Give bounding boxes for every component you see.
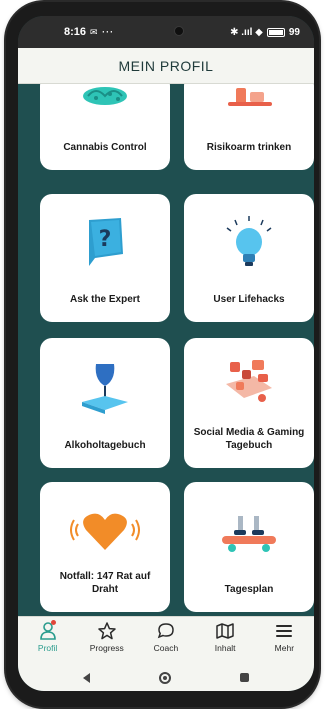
tile-risikoarm-trinken[interactable]: Risikoarm trinken: [184, 84, 314, 170]
home-icon[interactable]: [158, 671, 171, 684]
nav-label: Mehr: [274, 643, 295, 653]
nav-label: Profil: [37, 643, 58, 653]
bottom-navigation: Profil Progress Coach Inhalt Mehr: [18, 616, 314, 664]
nav-coach[interactable]: Coach: [138, 621, 194, 653]
status-time: 8:16: [64, 26, 87, 38]
page-title: MEIN PROFIL: [118, 57, 214, 74]
tile-label: Alkoholtagebuch: [64, 439, 146, 451]
notification-dot: [50, 620, 56, 625]
tile-label: Tagesplan: [224, 583, 274, 595]
tile-label: Notfall: 147 Rat auf Draht: [59, 571, 151, 595]
status-bar: 8:16 ✉ ··· ✱ .ııl ◆ 99: [18, 16, 314, 48]
svg-text:?: ?: [99, 227, 112, 252]
nav-profil[interactable]: Profil: [20, 620, 76, 653]
front-camera: [174, 26, 184, 36]
map-icon: [216, 623, 234, 639]
nav-mehr[interactable]: Mehr: [256, 621, 312, 653]
tile-ask-the-expert[interactable]: ? Ask the Expert: [40, 194, 170, 322]
chat-bubble-icon: [157, 623, 174, 639]
nav-label: Progress: [89, 643, 124, 653]
question-card-icon: ?: [40, 212, 170, 272]
tile-label: User Lifehacks: [213, 293, 285, 305]
nav-inhalt[interactable]: Inhalt: [197, 621, 253, 653]
tile-tagesplan[interactable]: Tagesplan: [184, 482, 314, 612]
tile-label: Risikoarm trinken: [206, 141, 292, 153]
battery-icon: [266, 27, 285, 37]
status-right: ✱ .ııl ◆ 99: [230, 27, 300, 38]
wine-glass-book-icon: [40, 358, 170, 418]
tile-notfall[interactable]: Notfall: 147 Rat auf Draht: [40, 482, 170, 612]
tile-label: Social Media & Gaming Tagebuch: [193, 427, 305, 451]
notification-icons: ✉ ···: [90, 26, 115, 37]
app-header: MEIN PROFIL: [18, 48, 314, 84]
cannabis-leaf-icon: [40, 84, 170, 114]
drinks-icon: [184, 84, 314, 114]
skateboard-icon: [184, 508, 314, 558]
heart-icon: [40, 506, 170, 556]
star-icon: [98, 622, 116, 640]
tile-label: Ask the Expert: [69, 293, 141, 305]
nav-progress[interactable]: Progress: [79, 621, 135, 653]
tile-user-lifehacks[interactable]: User Lifehacks: [184, 194, 314, 322]
menu-icon: [276, 625, 293, 637]
social-media-icon: [184, 354, 314, 414]
recent-apps-icon[interactable]: [240, 673, 250, 682]
signal-icons: ✱ .ııl ◆: [230, 26, 263, 38]
light-bulb-icon: [184, 214, 314, 274]
battery-level: 99: [288, 26, 300, 38]
tile-grid: Cannabis Control Risikoarm trinken ? Ask…: [18, 84, 314, 616]
system-navigation: [18, 664, 314, 691]
nav-label: Inhalt: [214, 643, 236, 653]
tile-alkoholtagebuch[interactable]: Alkoholtagebuch: [40, 338, 170, 468]
phone-frame: 8:16 ✉ ··· ✱ .ııl ◆ 99 MEIN PROFIL Canna…: [6, 2, 319, 707]
tile-label: Cannabis Control: [63, 141, 147, 153]
app-screen: 8:16 ✉ ··· ✱ .ııl ◆ 99 MEIN PROFIL Canna…: [18, 16, 314, 691]
tile-social-media-gaming[interactable]: Social Media & Gaming Tagebuch: [184, 338, 314, 468]
back-icon[interactable]: [82, 672, 90, 683]
tile-cannabis-control[interactable]: Cannabis Control: [40, 84, 170, 170]
nav-label: Coach: [153, 643, 179, 653]
